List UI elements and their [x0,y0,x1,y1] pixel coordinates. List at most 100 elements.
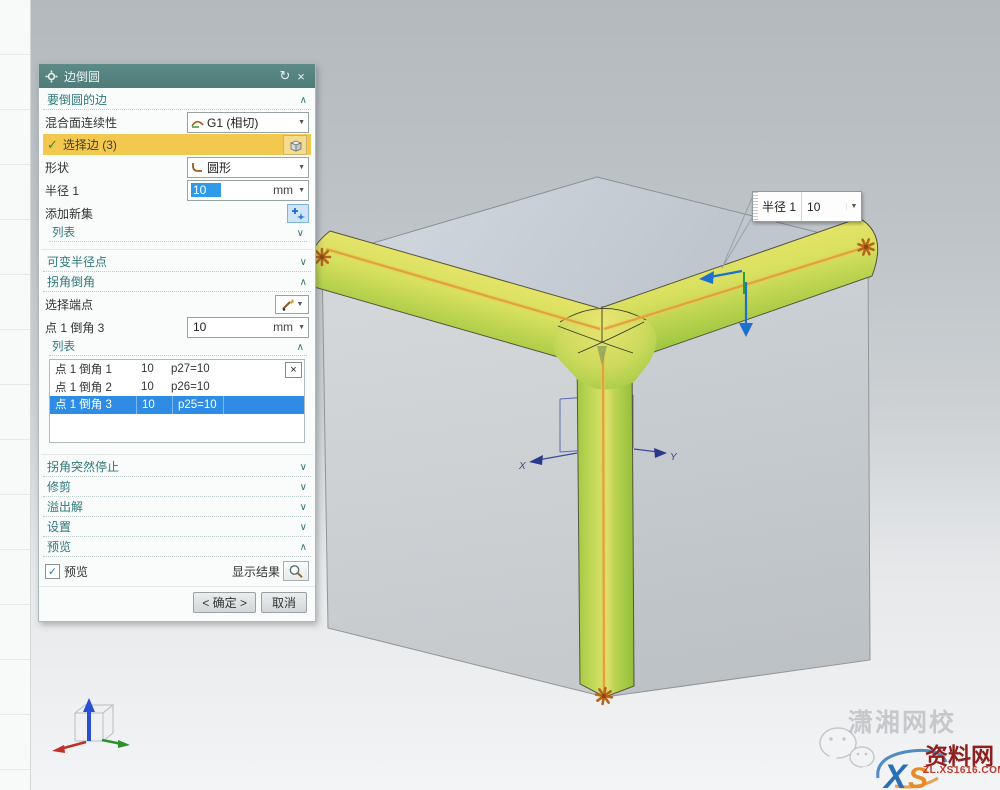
continuity-dropdown[interactable]: G1 (相切) ▼ [187,112,309,133]
ok-button[interactable]: < 确定 > [193,592,256,613]
list-item-param: p25=10 [173,396,224,414]
chevron-down-icon[interactable]: ▼ [846,203,861,210]
radius-label: 半径 1 [45,182,79,199]
select-edge-row[interactable]: ✓ 选择边 (3) [43,134,311,155]
shape-value: 圆形 [207,159,295,176]
check-icon: ✓ [47,137,58,153]
overflow-label: 溢出解 [47,499,83,516]
add-new-set-row: 添加新集 [45,202,309,224]
radius-input[interactable]: 10 mm ▼ [187,180,309,201]
continuity-row: 混合面连续性 G1 (相切) ▼ [45,111,309,133]
select-edge-label: 选择边 (3) [63,136,283,153]
list-item-param: p27=10 [171,363,210,375]
continuity-label: 混合面连续性 [45,114,117,131]
chevron-down-icon[interactable]: ∨ [300,459,307,476]
list-item-value: 10 [141,363,171,375]
list-item-value: 10 [141,381,171,393]
tag-radius-label: 半径 1 [758,198,801,215]
close-button[interactable]: × [293,69,309,84]
group-header-overflow[interactable]: 溢出解 ∨ [43,498,311,517]
list-item-param: p26=10 [171,381,210,393]
dialog-titlebar[interactable]: 边倒圆 ↻ × [39,64,315,88]
group-header-variable-radius[interactable]: 可变半径点 ∨ [43,253,311,272]
watermark-site-name: 潇湘网校 [848,703,956,739]
group-header-stop-short[interactable]: 拐角突然停止 ∨ [43,458,311,477]
reset-button[interactable]: ↻ [277,68,293,84]
group-header-corner-setback[interactable]: 拐角倒角 ∧ [43,273,311,292]
chevron-down-icon[interactable]: ▼ [298,164,305,171]
chevron-down-icon[interactable]: ∨ [300,499,307,516]
cancel-button[interactable]: 取消 [261,592,307,613]
cube-icon [288,138,303,152]
preview-row: ✓ 预览 显示结果 [45,559,309,583]
point-setback-input[interactable]: 10 mm ▼ [187,317,309,338]
point-setback-value[interactable]: 10 [191,320,221,334]
setback-list[interactable]: 点 1 倒角 1 10 p27=10 点 1 倒角 2 10 p26=10 点 … [49,359,305,443]
shape-label: 形状 [45,159,69,176]
corner-setback-label: 拐角倒角 [47,274,95,291]
group-separator [41,447,313,455]
chevron-down-icon[interactable]: ∨ [300,519,307,536]
chevron-up-icon[interactable]: ∧ [300,92,307,109]
settings-label: 设置 [47,519,71,536]
setback-marker-left[interactable] [314,249,330,265]
endpoint-picker-icon [281,298,294,311]
point-setback-label: 点 1 倒角 3 [45,319,104,336]
chevron-down-icon[interactable]: ▼ [297,301,304,308]
chevron-down-icon[interactable]: ▼ [298,119,305,126]
list-item[interactable]: 点 1 倒角 1 10 p27=10 [50,360,304,378]
group-header-edges-label: 要倒圆的边 [47,92,107,109]
setback-list-subheader[interactable]: 列表 ∧ [49,340,307,356]
remove-list-item-button[interactable]: × [285,362,302,378]
radius-value[interactable]: 10 [191,183,221,197]
add-new-set-button[interactable] [287,204,309,223]
radius-row: 半径 1 10 mm ▼ [45,179,309,201]
trim-label: 修剪 [47,479,71,496]
magnifier-icon [288,564,304,579]
chevron-down-icon[interactable]: ▼ [298,187,305,194]
chevron-down-icon[interactable]: ∨ [300,479,307,496]
watermark-url: ZL.XS1616.COM [923,765,1000,776]
group-header-trim[interactable]: 修剪 ∨ [43,478,311,497]
shape-row: 形状 圆形 ▼ [45,156,309,178]
setback-list-label: 列表 [52,340,75,355]
group-header-edges[interactable]: 要倒圆的边 ∧ [43,91,311,110]
nx-application-window: X Y [0,0,1000,790]
edge-blend-dialog: 边倒圆 ↻ × 要倒圆的边 ∧ 混合面连续性 G1 (相切) ▼ [38,63,316,622]
fillet-shape-icon [191,161,204,173]
select-endpoint-button[interactable]: ▼ [275,295,309,314]
select-endpoint-label: 选择端点 [45,296,93,313]
chevron-down-icon[interactable]: ▼ [298,324,305,331]
chevron-up-icon[interactable]: ∧ [300,274,307,291]
add-new-set-label: 添加新集 [45,205,93,222]
group-separator [41,242,313,250]
list-item-selected[interactable]: 点 1 倒角 3 10 p25=10 [50,396,304,414]
list-item-name: 点 1 倒角 1 [55,361,141,377]
wcs-triad [52,698,130,753]
edges-list-subheader[interactable]: 列表 ∨ [49,226,307,242]
onscreen-radius-tag[interactable]: 半径 1 10 ▼ [752,191,862,222]
tag-radius-value[interactable]: 10 [801,192,846,221]
group-header-preview[interactable]: 预览 ∧ [43,538,311,557]
chevron-down-icon[interactable]: ∨ [297,226,304,241]
wcs-x-label: X [518,461,526,472]
shape-dropdown[interactable]: 圆形 ▼ [187,157,309,178]
show-result-button[interactable] [283,561,309,581]
preview-label: 预览 [47,539,71,556]
watermark: 潇湘网校 资料网 ZL.XS1616.COM [800,695,1000,790]
variable-radius-label: 可变半径点 [47,254,107,271]
chevron-up-icon[interactable]: ∧ [297,340,304,355]
selection-filter-button[interactable] [283,135,307,155]
radius-unit: mm [273,183,298,197]
preview-checkbox-label: 预览 [64,563,88,580]
preview-checkbox[interactable]: ✓ [45,564,60,579]
group-header-settings[interactable]: 设置 ∨ [43,518,311,537]
list-item[interactable]: 点 1 倒角 2 10 p26=10 [50,378,304,396]
add-set-icon [291,206,305,220]
list-item-name: 点 1 倒角 3 [50,396,137,414]
gear-icon [45,70,58,83]
continuity-value: G1 (相切) [207,114,295,131]
chevron-down-icon[interactable]: ∨ [300,254,307,271]
point-setback-unit: mm [273,320,298,334]
chevron-up-icon[interactable]: ∧ [300,539,307,556]
